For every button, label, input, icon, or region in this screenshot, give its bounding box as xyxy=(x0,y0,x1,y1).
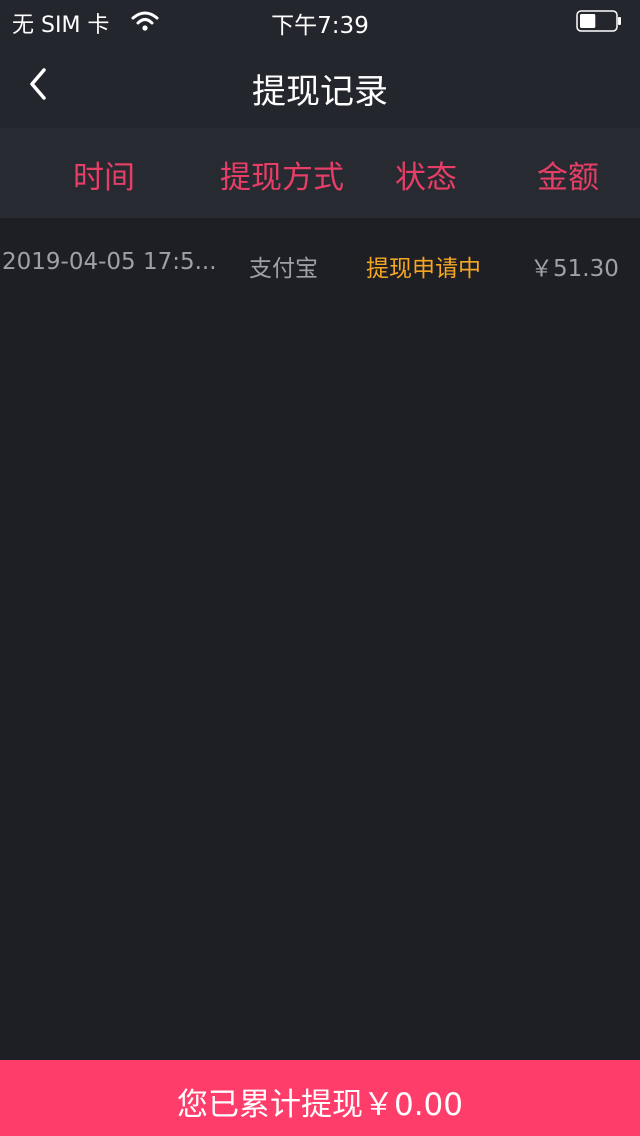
navigation-bar: 提现记录 xyxy=(0,40,640,128)
row-time: 2019-04-05 17:5... xyxy=(2,249,217,275)
battery-icon xyxy=(576,10,621,32)
total-withdrawn-bar: 您已累计提现￥0.00 xyxy=(0,1060,640,1136)
column-header-time: 时间 xyxy=(73,160,135,196)
battery-fill xyxy=(580,14,596,28)
column-header-amount: 金额 xyxy=(537,160,599,196)
row-method: 支付宝 xyxy=(249,256,318,282)
table-row[interactable]: 2019-04-05 17:5... 支付宝 提现申请中 ￥51.30 xyxy=(0,218,640,308)
column-header-status: 状态 xyxy=(395,160,457,196)
total-withdrawn-text: 您已累计提现￥0.00 xyxy=(176,1087,464,1123)
page-title: 提现记录 xyxy=(252,72,388,112)
column-header-method: 提现方式 xyxy=(220,160,344,196)
status-bar: 无 SIM 卡 下午7:39 xyxy=(0,0,640,40)
clock: 下午7:39 xyxy=(271,13,369,39)
row-amount: ￥51.30 xyxy=(530,256,619,282)
table-header: 时间 提现方式 状态 金额 xyxy=(0,128,640,218)
row-status: 提现申请中 xyxy=(366,256,481,282)
